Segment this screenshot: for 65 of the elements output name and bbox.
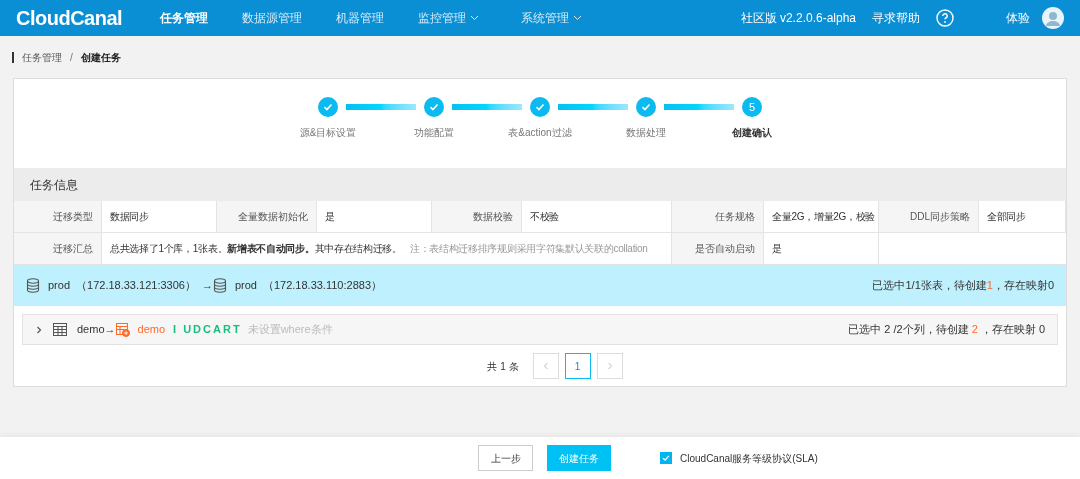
step-label: 数据处理 xyxy=(626,126,666,140)
info-label-cell: 迁移类型 xyxy=(14,201,102,233)
step-connector xyxy=(452,104,522,110)
step-label: 源&目标设置 xyxy=(299,126,357,140)
target-address: （172.18.33.110:2883） xyxy=(262,278,382,294)
step-connector xyxy=(558,104,628,110)
nav-item[interactable]: 机器管理 xyxy=(336,9,384,27)
breadcrumb-item: 创建任务 xyxy=(80,50,121,65)
info-value: 数据同步 xyxy=(110,210,149,224)
version-label: 社区版 v2.2.0.6-alpha xyxy=(740,10,856,27)
table-icon xyxy=(53,323,67,336)
info-value: 总共选择了1个库，1张表。新增表不自动同步。其中存在结构迁移。 xyxy=(110,242,402,256)
database-icon xyxy=(26,278,40,293)
info-label-cell: DDL同步策略 xyxy=(879,201,979,233)
sla-checkbox[interactable] xyxy=(660,452,672,464)
info-label-cell: 任务规格 xyxy=(672,201,764,233)
step-label: 创建确认 xyxy=(732,126,772,140)
breadcrumb-item[interactable]: 任务管理 xyxy=(22,49,62,65)
target-table: demo xyxy=(137,321,166,338)
nav-item[interactable]: 监控管理 xyxy=(418,9,479,27)
help-link[interactable]: 寻求帮助 xyxy=(872,9,920,27)
column-status: 已选中 2 /2个列，待创建 2 ，存在映射 0 xyxy=(848,323,1045,336)
logo: CloudCanal xyxy=(16,6,124,31)
info-label-cell: 全量数据初始化 xyxy=(217,201,317,233)
source-table: demo xyxy=(77,321,105,338)
breadcrumb-separator: / xyxy=(70,50,73,65)
step-label: 表&action过滤 xyxy=(508,126,572,140)
user-name: 体验 xyxy=(1006,10,1030,27)
chevron-right-icon xyxy=(606,362,613,370)
action-flags: I UDCART xyxy=(173,322,242,338)
arrow-icon: → xyxy=(104,321,116,338)
info-label-cell: 迁移汇总 xyxy=(14,233,102,265)
info-label-cell: 数据校验 xyxy=(432,201,522,233)
info-value: 是 xyxy=(772,242,782,256)
info-label-cell: 是否自动启动 xyxy=(672,233,764,265)
nav-item[interactable]: 任务管理 xyxy=(160,9,208,27)
database-icon xyxy=(212,278,227,293)
check-icon xyxy=(661,453,671,463)
sla-label: CloudCanal服务等级协议(SLA) xyxy=(680,451,818,466)
target-db: prod xyxy=(234,278,257,294)
chevron-left-icon xyxy=(542,362,549,370)
info-value: 不校验 xyxy=(530,210,560,224)
info-value: 全量2G，增量2G，校验 xyxy=(772,210,876,224)
previous-step-button[interactable]: 上一步 xyxy=(478,445,533,471)
page-button[interactable]: 1 xyxy=(564,353,591,379)
info-note: 注：表结构迁移排序规则采用字符集默认关联的collation xyxy=(409,242,648,256)
chevron-icon[interactable] xyxy=(35,325,43,334)
nav-item[interactable]: 系统管理 xyxy=(521,9,582,27)
step-number: 5 xyxy=(748,99,756,115)
source-db: prod xyxy=(48,278,71,294)
step-label: 功能配置 xyxy=(414,126,454,140)
source-address: （172.18.33.121:3306） xyxy=(76,278,196,294)
step-connector xyxy=(346,104,416,110)
nav-item[interactable]: 数据源管理 xyxy=(242,9,302,27)
info-value: 全部同步 xyxy=(987,210,1026,224)
section-title: 任务信息 xyxy=(30,176,78,194)
info-value: 是 xyxy=(325,210,335,224)
create-task-button[interactable]: 创建任务 xyxy=(547,445,611,471)
new-table-icon xyxy=(115,322,130,337)
arrow-icon: → xyxy=(201,277,213,294)
total-count: 共 1 条 xyxy=(487,359,519,374)
mapping-status: 已选中1/1张表，待创建1，存在映射0 xyxy=(872,279,1054,292)
avatar-icon[interactable] xyxy=(1042,7,1064,29)
step-connector xyxy=(664,104,734,110)
help-icon[interactable] xyxy=(936,9,954,27)
